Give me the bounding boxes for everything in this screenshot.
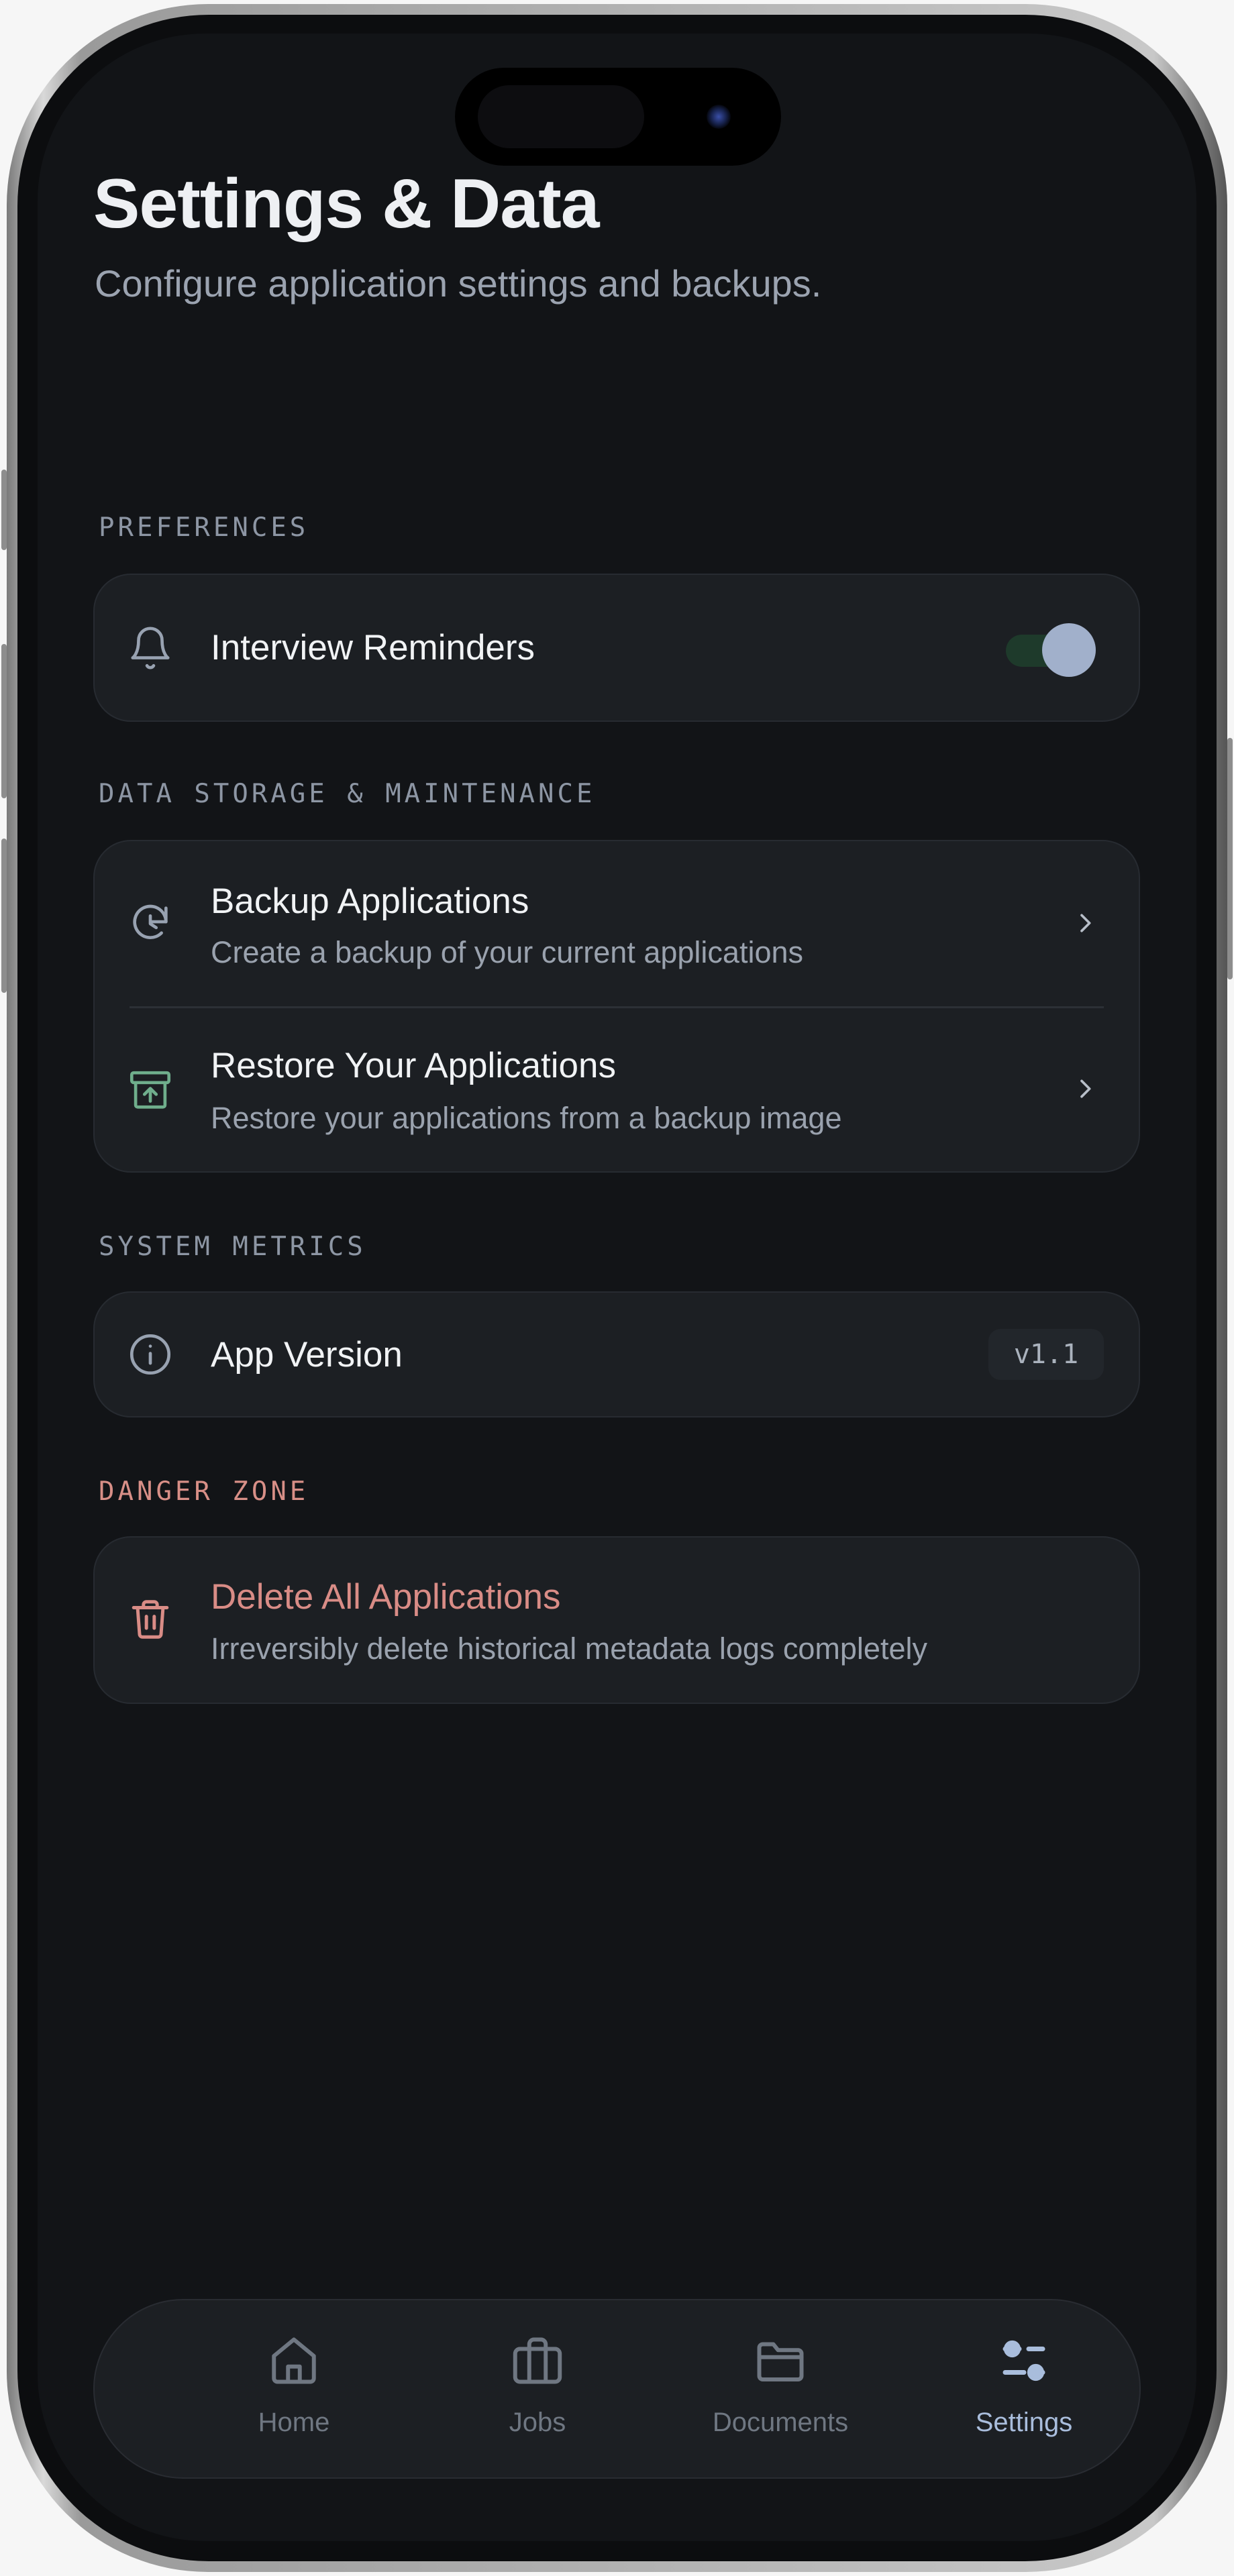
delete-all-applications-description: Irreversibly delete historical metadata …	[211, 1631, 927, 1666]
briefcase-icon	[513, 2337, 562, 2384]
page-title: Settings & Data	[93, 165, 600, 243]
archive-upload-icon	[127, 1066, 174, 1113]
preferences-card: Interview Reminders	[93, 574, 1140, 722]
nav-item-settings[interactable]: Settings	[923, 2300, 1125, 2477]
interview-reminders-toggle[interactable]	[1006, 623, 1096, 677]
nav-label-home: Home	[258, 2408, 330, 2437]
dynamic-island	[455, 68, 781, 166]
backup-applications-title: Backup Applications	[211, 881, 529, 921]
home-icon	[272, 2337, 316, 2384]
backup-refresh-icon	[127, 900, 174, 947]
nav-label-settings: Settings	[975, 2408, 1073, 2437]
delete-all-applications-row[interactable]: Delete All Applications Irreversibly del…	[95, 1538, 1139, 1703]
interview-reminders-label: Interview Reminders	[211, 628, 535, 667]
backup-applications-row[interactable]: Backup Applications Create a backup of y…	[95, 841, 1139, 1006]
nav-item-documents[interactable]: Documents	[680, 2300, 881, 2477]
toggle-knob	[1042, 623, 1096, 677]
restore-applications-title: Restore Your Applications	[211, 1046, 617, 1085]
nav-label-jobs: Jobs	[509, 2408, 566, 2437]
bottom-navigation: Home Jobs Documents Settings	[93, 2299, 1141, 2479]
section-label-system-metrics: SYSTEM METRICS	[99, 1232, 366, 1262]
info-icon	[127, 1331, 174, 1378]
front-camera	[707, 105, 731, 129]
volume-up-button	[1, 644, 7, 798]
app-screen: Settings & Data Configure application se…	[38, 34, 1196, 2541]
system-metrics-card: App Version v1.1	[93, 1291, 1140, 1417]
nav-item-jobs[interactable]: Jobs	[437, 2300, 638, 2477]
restore-applications-description: Restore your applications from a backup …	[211, 1101, 842, 1135]
delete-all-applications-title: Delete All Applications	[211, 1577, 561, 1617]
bell-icon	[127, 625, 174, 672]
chevron-right-icon	[1080, 914, 1091, 932]
section-label-preferences: PREFERENCES	[99, 513, 309, 543]
action-button	[1, 470, 7, 550]
app-version-badge: v1.1	[988, 1329, 1104, 1380]
interview-reminders-row[interactable]: Interview Reminders	[95, 575, 1139, 720]
danger-zone-card: Delete All Applications Irreversibly del…	[93, 1536, 1140, 1704]
sliders-icon	[1002, 2340, 1045, 2381]
trash-icon	[127, 1596, 174, 1643]
chevron-right-icon	[1080, 1079, 1091, 1098]
restore-applications-row[interactable]: Restore Your Applications Restore your a…	[95, 1008, 1139, 1171]
volume-down-button	[1, 839, 7, 993]
app-version-row: App Version v1.1	[95, 1293, 1139, 1416]
app-version-label: App Version	[211, 1335, 403, 1375]
section-label-data-storage: DATA STORAGE & MAINTENANCE	[99, 779, 596, 809]
backup-applications-description: Create a backup of your current applicat…	[211, 935, 803, 969]
nav-label-documents: Documents	[712, 2408, 849, 2437]
power-button	[1227, 738, 1233, 979]
section-label-danger-zone: DANGER ZONE	[99, 1477, 309, 1507]
nav-item-home[interactable]: Home	[193, 2300, 395, 2477]
data-storage-card: Backup Applications Create a backup of y…	[93, 840, 1140, 1173]
island-sensor	[478, 85, 644, 148]
page-subtitle: Configure application settings and backu…	[95, 262, 822, 305]
folder-icon	[757, 2342, 804, 2381]
